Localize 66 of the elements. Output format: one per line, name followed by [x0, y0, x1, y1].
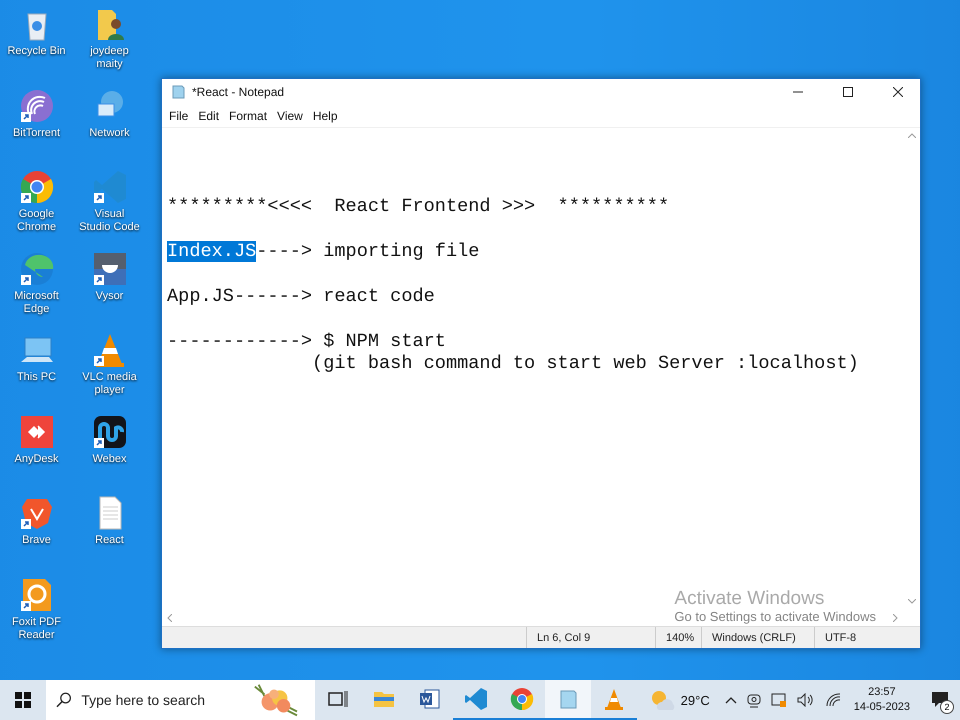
notification-icon — [931, 691, 949, 709]
speaker-icon[interactable] — [796, 693, 815, 707]
search-icon — [56, 692, 72, 708]
close-icon — [893, 87, 903, 97]
activation-hint: Go to Settings to activate Windows — [674, 609, 876, 624]
editor-line: *********<<<< React Frontend >>> ********** — [167, 196, 670, 216]
menu-item[interactable]: Format — [224, 108, 272, 124]
time: 23:57 — [868, 685, 896, 700]
scroll-down-icon — [908, 599, 916, 604]
icon-label: Foxit PDF Reader — [11, 616, 62, 642]
anydesk-icon[interactable] — [18, 414, 54, 450]
windows-logo-icon — [15, 692, 31, 708]
clock[interactable]: 23:57 14-05-2023 — [854, 685, 910, 715]
editor-line: ------------> $ NPM start — [167, 330, 446, 352]
icon-label: AnyDesk — [14, 452, 59, 466]
icon-label: Microsoft Edge — [13, 290, 60, 316]
date: 14-05-2023 — [854, 700, 910, 715]
chevron-up-icon[interactable] — [724, 696, 737, 704]
wifi-icon[interactable] — [824, 693, 841, 707]
cursor-position: Ln 6, Col 9 — [526, 627, 655, 648]
word-icon — [418, 687, 442, 711]
notepad-icon — [170, 84, 186, 100]
icon-label: Google Chrome — [16, 208, 58, 234]
editor-line: (git bash command to start web Server :localhost) — [311, 353, 859, 374]
code-editor-icon[interactable] — [92, 169, 128, 205]
line-ending: Windows (CRLF) — [701, 627, 814, 648]
icon-label: joydeep maity — [89, 45, 130, 71]
icon-label: React — [95, 534, 124, 547]
editor-line: App.JS------> react code — [167, 286, 435, 306]
icon-label: BitTorrent — [12, 126, 60, 140]
chrome-icon[interactable] — [18, 169, 54, 205]
menu-item[interactable]: Edit — [193, 108, 224, 124]
vysor-icon[interactable] — [92, 250, 128, 286]
menu-item[interactable]: File — [164, 108, 194, 124]
icon-label: This PC — [16, 371, 56, 384]
maximize-icon — [843, 87, 853, 97]
scroll-up-icon — [908, 133, 916, 138]
scroll-right-icon — [893, 614, 898, 622]
icon-label: Brave — [22, 534, 51, 547]
icon-label: VLC media player — [81, 371, 138, 397]
menu-item[interactable]: Help — [308, 108, 343, 124]
edge-icon[interactable] — [18, 250, 54, 286]
scroll-left-icon — [167, 614, 172, 622]
search-field[interactable]: Type here to search — [81, 692, 242, 708]
encoding: UTF-8 — [814, 627, 920, 648]
icon-label: Vysor — [96, 290, 124, 302]
notification-button[interactable]: 2 — [920, 680, 960, 720]
traffic-cone-icon — [602, 687, 626, 711]
monitor-icon[interactable] — [770, 692, 787, 708]
editor-line: ----> importing file — [256, 240, 480, 262]
code-editor-icon — [464, 687, 488, 711]
icon-label: Network — [89, 126, 130, 140]
camera-icon[interactable] — [746, 692, 761, 708]
torrent-icon[interactable] — [18, 88, 54, 124]
chrome-icon — [510, 687, 534, 711]
selected-text: Index.JS — [167, 240, 256, 262]
temperature[interactable]: 29°C — [680, 692, 710, 708]
notification-count: 2 — [940, 700, 954, 714]
window-title: *React - Notepad — [192, 85, 284, 99]
icon-label: Recycle Bin — [7, 45, 66, 58]
webex-icon[interactable] — [92, 414, 128, 450]
zoom-level: 140% — [655, 627, 701, 648]
activation-notice: Activate Windows — [674, 588, 824, 609]
icon-label: Webex — [92, 452, 127, 466]
icon-label: Visual Studio Code — [78, 208, 140, 234]
menu-item[interactable]: View — [272, 108, 308, 124]
